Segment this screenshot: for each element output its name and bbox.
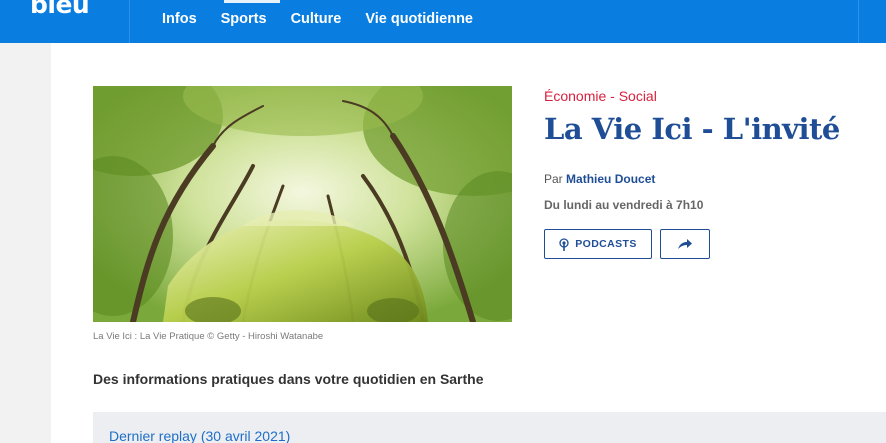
site-logo[interactable]: bleu bbox=[30, 0, 90, 19]
latest-replay-title[interactable]: Dernier replay (30 avril 2021) bbox=[109, 428, 290, 443]
nav-item-culture[interactable]: Culture bbox=[291, 11, 342, 27]
nav-item-infos[interactable]: Infos bbox=[162, 11, 197, 27]
image-caption: La Vie Ici : La Vie Pratique © Getty - H… bbox=[93, 331, 324, 342]
main-nav: Infos Sports Culture Vie quotidienne bbox=[162, 11, 497, 27]
podcast-icon bbox=[559, 237, 569, 251]
top-nav-bar: bleu Infos Sports Culture Vie quotidienn… bbox=[0, 0, 886, 43]
broadcast-schedule: Du lundi au vendredi à 7h10 bbox=[544, 198, 704, 212]
podcasts-label: PODCASTS bbox=[575, 238, 637, 250]
podcasts-button[interactable]: PODCASTS bbox=[544, 229, 652, 259]
latest-replay-section: Dernier replay (30 avril 2021) bbox=[93, 412, 886, 443]
show-cover-image bbox=[93, 86, 512, 322]
page-title: La Vie Ici - L'invité bbox=[544, 112, 840, 146]
category-label[interactable]: Économie - Social bbox=[544, 88, 657, 104]
author-line: Par Mathieu Doucet bbox=[544, 172, 655, 186]
author-link[interactable]: Mathieu Doucet bbox=[566, 172, 655, 186]
nav-item-vie-quotidienne[interactable]: Vie quotidienne bbox=[365, 11, 473, 27]
logo-divider bbox=[129, 0, 130, 43]
show-description: Des informations pratiques dans votre qu… bbox=[93, 371, 484, 387]
nav-item-sports[interactable]: Sports bbox=[221, 11, 267, 27]
share-arrow-icon bbox=[678, 239, 692, 249]
author-prefix: Par bbox=[544, 172, 563, 186]
share-button[interactable] bbox=[660, 229, 710, 259]
nav-divider bbox=[858, 0, 859, 43]
nav-active-indicator bbox=[224, 0, 280, 3]
